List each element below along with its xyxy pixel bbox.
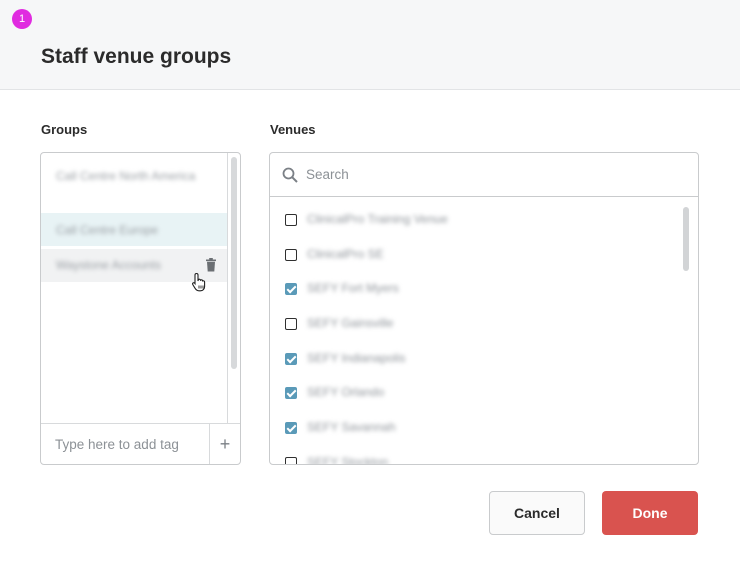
add-tag-input[interactable] xyxy=(41,424,209,464)
groups-panel: Call Centre North America Call Centre Eu… xyxy=(40,152,241,465)
venue-checkbox[interactable] xyxy=(285,214,297,226)
venue-checkbox[interactable] xyxy=(285,249,297,261)
venues-label: Venues xyxy=(270,122,316,137)
venue-checkbox-checked[interactable] xyxy=(285,353,297,365)
group-item-label: Call Centre Europe xyxy=(56,223,159,237)
venue-search-input[interactable] xyxy=(306,153,686,196)
venue-label: SEFY Fort Myers xyxy=(307,281,399,295)
staff-venue-groups-dialog: 1 Staff venue groups Groups Venues Call … xyxy=(0,0,740,581)
venue-label: SEFY Savannah xyxy=(307,420,396,434)
groups-scrollbar-thumb[interactable] xyxy=(231,157,237,369)
pointer-hand-icon xyxy=(192,272,206,292)
venue-label: SEFY Indianapolis xyxy=(307,351,406,365)
venue-row[interactable]: SEFY Gainsville xyxy=(270,307,680,341)
venue-checkbox[interactable] xyxy=(285,457,297,464)
add-tag-row: + xyxy=(41,423,240,464)
venue-label: SEFY Stockton xyxy=(307,455,389,464)
venue-checkbox-checked[interactable] xyxy=(285,387,297,399)
cancel-button[interactable]: Cancel xyxy=(489,491,585,535)
trash-icon[interactable] xyxy=(205,258,217,272)
search-icon xyxy=(282,167,298,183)
venue-label: SEFY Gainsville xyxy=(307,316,394,330)
venue-row[interactable]: SEFY Indianapolis xyxy=(270,342,680,376)
venue-row[interactable]: SEFY Orlando xyxy=(270,376,680,410)
venue-row[interactable]: ClinicalPro Training Venue xyxy=(270,203,680,237)
venues-scrollbar-thumb[interactable] xyxy=(683,207,689,271)
add-tag-button[interactable]: + xyxy=(209,424,240,464)
group-item-label: Call Centre North America xyxy=(56,169,196,183)
venue-row[interactable]: SEFY Fort Myers xyxy=(270,272,680,306)
venue-row[interactable]: ClinicalPro SE xyxy=(270,238,680,272)
groups-list: Call Centre North America Call Centre Eu… xyxy=(41,153,227,423)
groups-label: Groups xyxy=(41,122,88,137)
venue-label: ClinicalPro SE xyxy=(307,247,384,261)
group-item[interactable]: Call Centre North America xyxy=(41,167,227,215)
venue-checkbox[interactable] xyxy=(285,318,297,330)
venue-label: SEFY Orlando xyxy=(307,385,385,399)
venue-row[interactable]: SEFY Savannah xyxy=(270,411,680,445)
group-item-selected[interactable]: Call Centre Europe xyxy=(41,213,227,246)
dialog-title: Staff venue groups xyxy=(41,45,232,68)
venue-checkbox-checked[interactable] xyxy=(285,283,297,295)
dialog-header: 1 Staff venue groups xyxy=(0,0,740,90)
venue-label: ClinicalPro Training Venue xyxy=(307,212,448,226)
step-badge: 1 xyxy=(12,9,32,29)
group-item-label: Waystone Accounts xyxy=(56,258,161,272)
venue-search-row xyxy=(270,153,698,197)
venue-list: ClinicalPro Training Venue ClinicalPro S… xyxy=(270,198,698,464)
venues-panel: ClinicalPro Training Venue ClinicalPro S… xyxy=(269,152,699,465)
venue-checkbox-checked[interactable] xyxy=(285,422,297,434)
venue-row[interactable]: SEFY Stockton xyxy=(270,446,680,464)
groups-scrollbar[interactable] xyxy=(227,153,240,423)
done-button[interactable]: Done xyxy=(602,491,698,535)
